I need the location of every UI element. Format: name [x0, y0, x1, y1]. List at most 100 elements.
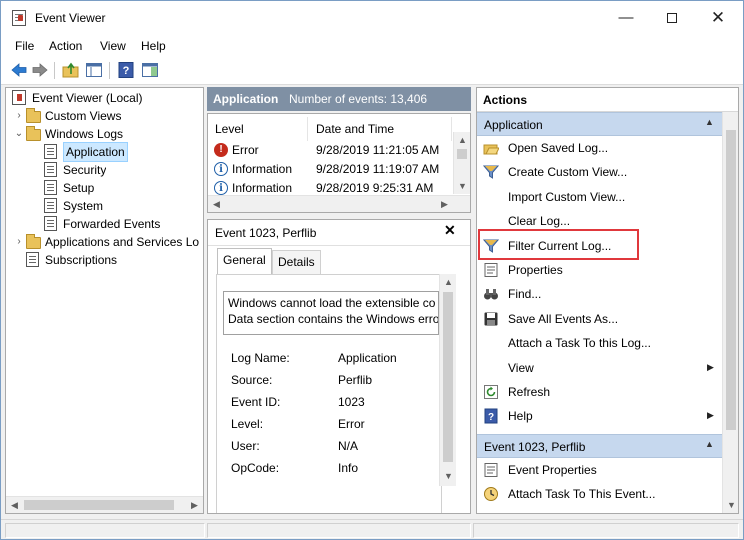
- scroll-up-arrow-icon[interactable]: ▲: [440, 274, 457, 290]
- scroll-down-arrow-icon[interactable]: ▼: [440, 468, 457, 484]
- table-row[interactable]: i Information 9/28/2019 11:19:07 AM: [208, 160, 452, 178]
- tree-item-forwarded-events[interactable]: Forwarded Events: [6, 215, 202, 233]
- action-import-custom-view[interactable]: Import Custom View...: [477, 185, 723, 209]
- open-folder-icon: [483, 144, 499, 155]
- collapse-up-icon[interactable]: ▲: [705, 439, 714, 449]
- tree-item-custom-views[interactable]: › Custom Views: [6, 107, 202, 125]
- event-count: Number of events: 13,406: [289, 92, 428, 106]
- property-value: Error: [338, 417, 365, 431]
- svg-text:?: ?: [488, 412, 494, 423]
- console-tree: Event Viewer (Local) › Custom Views ⌄ Windo…: [5, 87, 204, 514]
- help-book-icon[interactable]: ?: [117, 61, 135, 79]
- action-event-properties[interactable]: Event Properties: [477, 458, 723, 482]
- action-open-saved-log[interactable]: Open Saved Log...: [477, 136, 723, 160]
- action-refresh[interactable]: Refresh: [477, 380, 723, 404]
- table-row[interactable]: ! Error 9/28/2019 11:21:05 AM: [208, 141, 452, 159]
- close-detail-icon[interactable]: ✕: [444, 222, 456, 239]
- tree-item-setup[interactable]: Setup: [6, 179, 202, 197]
- collapse-up-icon[interactable]: ▲: [705, 117, 714, 127]
- property-value: Info: [338, 461, 359, 475]
- column-header-date[interactable]: Date and Time: [309, 117, 452, 141]
- scroll-thumb[interactable]: [24, 500, 174, 510]
- status-bar: [1, 519, 743, 539]
- menu-view[interactable]: View: [100, 39, 126, 53]
- action-view[interactable]: View ▶: [477, 356, 723, 380]
- event-viewer-icon: [12, 10, 26, 26]
- action-label: Create Custom View...: [508, 165, 628, 180]
- event-level: Information: [232, 162, 293, 176]
- maximize-icon: [667, 13, 677, 24]
- property-label: User:: [231, 439, 260, 453]
- action-create-custom-view[interactable]: Create Custom View...: [477, 160, 723, 184]
- tree-item-security[interactable]: Security: [6, 161, 202, 179]
- event-message-box[interactable]: Windows cannot load the extensible co Da…: [223, 291, 439, 335]
- tree-item-applications-and-services-lo[interactable]: › Applications and Services Lo: [6, 233, 202, 251]
- tree-item-label: Applications and Services Lo: [45, 235, 200, 249]
- toolbar-separator: [109, 62, 110, 79]
- menu-help[interactable]: Help: [141, 39, 166, 53]
- expand-chevron-icon[interactable]: ›: [14, 233, 24, 251]
- tree-horizontal-scrollbar[interactable]: ◀ ▶: [6, 496, 203, 513]
- scroll-left-arrow-icon[interactable]: ◀: [6, 497, 23, 513]
- action-label: Attach Task To This Event...: [508, 487, 656, 502]
- tree-item-label: Setup: [63, 181, 95, 195]
- tab-general[interactable]: General: [217, 248, 272, 274]
- submenu-arrow-icon: ▶: [707, 410, 714, 421]
- tree-item-application[interactable]: Application: [6, 142, 202, 162]
- action-find[interactable]: Find...: [477, 282, 723, 306]
- show-hide-tree-icon[interactable]: [85, 61, 103, 79]
- properties-icon: [484, 463, 498, 477]
- tree-item-label: Security: [63, 163, 107, 177]
- scroll-down-arrow-icon[interactable]: ▼: [454, 178, 470, 194]
- action-attach-task-to-this-event[interactable]: Attach Task To This Event...: [477, 482, 723, 506]
- action-help[interactable]: ? Help ▶: [477, 404, 723, 428]
- scroll-up-arrow-icon[interactable]: ▲: [454, 132, 470, 148]
- events-vertical-scrollbar[interactable]: ▲ ▼: [453, 132, 470, 194]
- minimize-button[interactable]: —: [603, 1, 649, 35]
- column-header-level[interactable]: Level: [208, 117, 308, 141]
- event-date: 9/28/2019 11:21:05 AM: [316, 143, 440, 157]
- property-value: 1023: [338, 395, 365, 409]
- tree-item-system[interactable]: System: [6, 197, 202, 215]
- actions-vertical-scrollbar[interactable]: ▼: [722, 112, 738, 513]
- up-folder-icon[interactable]: [62, 61, 80, 79]
- back-arrow-icon[interactable]: [10, 61, 28, 79]
- menu-action[interactable]: Action: [49, 39, 82, 53]
- events-horizontal-scrollbar[interactable]: ◀ ▶: [208, 195, 470, 212]
- maximize-button[interactable]: [649, 1, 695, 35]
- expand-chevron-icon[interactable]: ›: [14, 107, 24, 125]
- actions-header: Actions: [477, 88, 738, 112]
- action-properties[interactable]: Properties: [477, 258, 723, 282]
- menu-file[interactable]: File: [15, 39, 34, 53]
- close-button[interactable]: ✕: [695, 1, 741, 35]
- show-hide-action-pane-icon[interactable]: [141, 61, 159, 79]
- property-label: Log Name:: [231, 351, 290, 365]
- property-label: OpCode:: [231, 461, 280, 475]
- action-save-all-events-as[interactable]: Save All Events As...: [477, 307, 723, 331]
- detail-vertical-scrollbar[interactable]: ▲ ▼: [439, 274, 456, 486]
- action-label: Event Properties: [508, 463, 597, 477]
- tree-item-label: Windows Logs: [45, 127, 124, 141]
- actions-section-event[interactable]: Event 1023, Perflib ▲: [477, 434, 723, 458]
- tab-details[interactable]: Details: [272, 250, 321, 274]
- action-label: Find...: [508, 287, 542, 302]
- log-icon: [44, 180, 57, 195]
- event-date: 9/28/2019 11:19:07 AM: [316, 162, 440, 176]
- forward-arrow-icon[interactable]: [31, 61, 49, 79]
- scroll-down-arrow-icon[interactable]: ▼: [723, 497, 738, 513]
- action-attach-a-task-to-this-log[interactable]: Attach a Task To this Log...: [477, 331, 723, 355]
- tree-item-subscriptions[interactable]: Subscriptions: [6, 251, 202, 269]
- scroll-right-arrow-icon[interactable]: ▶: [436, 196, 453, 212]
- actions-section-application[interactable]: Application ▲: [477, 112, 723, 136]
- scroll-thumb[interactable]: [443, 292, 453, 462]
- property-label: Level:: [231, 417, 264, 431]
- scroll-thumb[interactable]: [726, 130, 736, 430]
- scroll-thumb[interactable]: [457, 149, 467, 159]
- scroll-right-arrow-icon[interactable]: ▶: [186, 497, 203, 513]
- filter-icon: [483, 165, 499, 180]
- collapse-chevron-icon[interactable]: ⌄: [14, 125, 24, 143]
- tree-item-windows-logs[interactable]: ⌄ Windows Logs: [6, 125, 202, 143]
- log-icon: [44, 216, 57, 231]
- scroll-left-arrow-icon[interactable]: ◀: [208, 196, 225, 212]
- tree-item-root[interactable]: Event Viewer (Local): [10, 89, 200, 107]
